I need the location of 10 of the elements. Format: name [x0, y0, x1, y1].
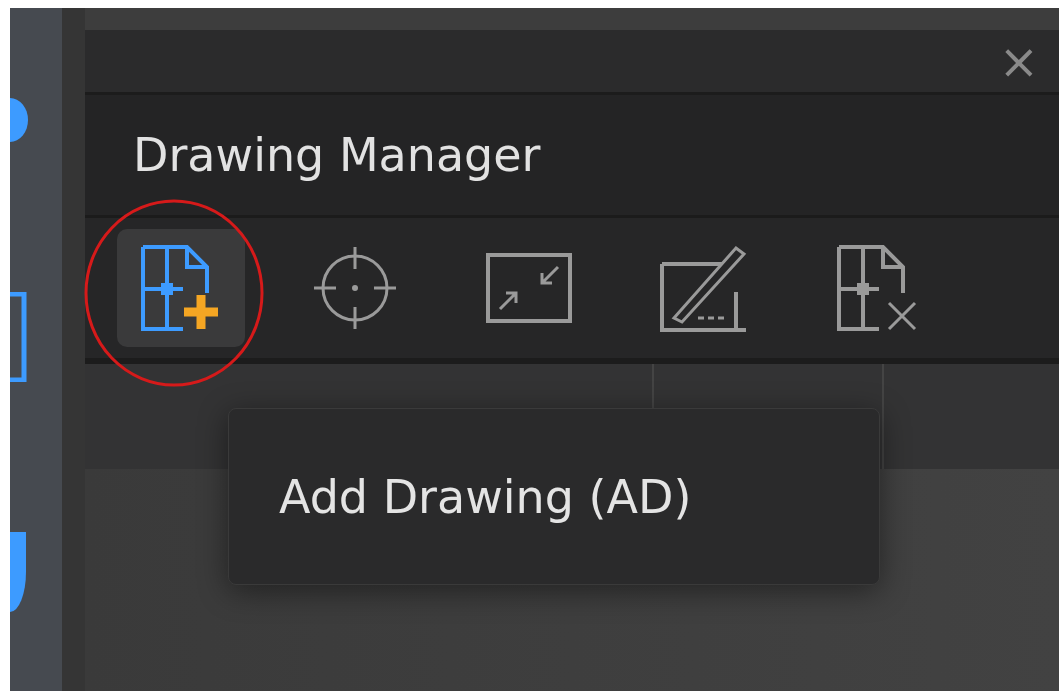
sidebar-icon[interactable]: [10, 98, 28, 142]
sidebar-icon[interactable]: [10, 532, 28, 612]
sidebar-icon[interactable]: [10, 292, 28, 382]
panel-title: Drawing Manager: [133, 128, 541, 182]
close-button[interactable]: ×: [992, 37, 1045, 85]
crosshair-icon: [312, 245, 398, 331]
shrink-icon: [486, 253, 572, 323]
remove-drawing-icon: [835, 243, 919, 333]
toolbar-button[interactable]: [117, 229, 245, 347]
tooltip: Add Drawing (AD): [228, 408, 880, 585]
